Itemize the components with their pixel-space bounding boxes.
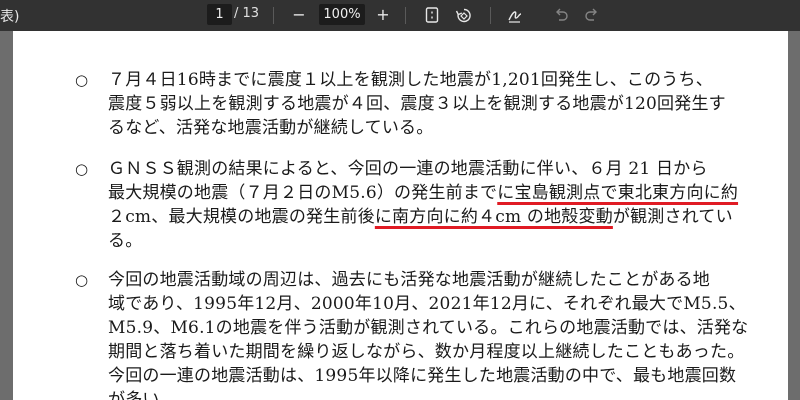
- page-number-input[interactable]: 1: [207, 4, 232, 25]
- paragraph-3: 今回の地震活動域の周辺は、過去にも活発な地震活動が継続したことがある地 域であり…: [108, 268, 768, 400]
- highlighted-text: に宝島観測点で東北東方向に約: [497, 183, 739, 203]
- pdf-page: ○ ７月４日16時までに震度１以上を観測した地震が1,201回発生し、このうち、…: [13, 31, 788, 400]
- text-line: 最大規模の地震（７月２日のM5.6）の発生前までに宝島観測点で東北東方向に約: [108, 181, 768, 205]
- text-line: 期間と落ち着いた期間を繰り返しながら、数か月程度以上継続したこともあった。: [108, 342, 745, 362]
- highlighted-text: に南方向に約４cm の地殻変動: [374, 207, 613, 227]
- zoom-level-input[interactable]: 100%: [319, 4, 365, 25]
- document-title: 表): [0, 9, 20, 25]
- text-segment: ２cm、最大規模の地震の発生前後: [108, 207, 375, 227]
- toolbar-divider: [490, 7, 491, 24]
- fit-page-icon[interactable]: [420, 3, 444, 27]
- text-line: ２cm、最大規模の地震の発生前後に南方向に約４cm の地殻変動が観測されてい: [108, 205, 768, 229]
- paragraph-1: ７月４日16時までに震度１以上を観測した地震が1,201回発生し、このうち、 震…: [108, 68, 768, 140]
- text-segment: が観測されてい: [612, 207, 733, 227]
- bullet-marker: ○: [75, 271, 89, 289]
- zoom-in-button[interactable]: +: [371, 3, 395, 27]
- redo-icon[interactable]: [580, 3, 604, 27]
- text-line: 今回の地震活動域の周辺は、過去にも活発な地震活動が継続したことがある地: [108, 270, 710, 290]
- draw-icon[interactable]: [503, 3, 527, 27]
- paragraph-2: ＧＮＳＳ観測の結果によると、今回の一連の地震活動に伴い、６月 21 日から 最大…: [108, 157, 768, 253]
- rotate-icon[interactable]: [452, 3, 476, 27]
- pdf-toolbar: 表) 1 / 13 − 100% +: [0, 0, 800, 31]
- text-line: るなど、活発な地震活動が継続している。: [108, 118, 434, 138]
- zoom-out-button[interactable]: −: [287, 3, 311, 27]
- text-line: ７月４日16時までに震度１以上を観測した地震が1,201回発生し、このうち、: [108, 70, 713, 90]
- text-line: る。: [108, 231, 143, 251]
- text-line: が多い。: [108, 390, 177, 400]
- bullet-marker: ○: [75, 160, 89, 178]
- undo-icon[interactable]: [549, 3, 573, 27]
- text-line: 震度５弱以上を観測する地震が４回、震度３以上を観測する地震が120回発生す: [108, 94, 726, 114]
- toolbar-divider: [273, 7, 274, 24]
- text-line: ＧＮＳＳ観測の結果によると、今回の一連の地震活動に伴い、６月 21 日から: [108, 159, 708, 179]
- text-segment: 最大規模の地震（７月２日のM5.6）の発生前まで: [108, 183, 498, 203]
- toolbar-divider: [405, 7, 406, 24]
- text-line: 域であり、1995年12月、2000年10月、2021年12月に、それぞれ最大で…: [108, 294, 746, 314]
- page-total-label: / 13: [234, 6, 260, 21]
- bullet-marker: ○: [75, 71, 89, 89]
- text-line: 今回の一連の地震活動は、1995年以降に発生した地震活動の中で、最も地震回数: [108, 366, 737, 386]
- text-line: M5.9、M6.1の地震を伴う活動が観測されている。これらの地震活動では、活発な: [108, 318, 749, 338]
